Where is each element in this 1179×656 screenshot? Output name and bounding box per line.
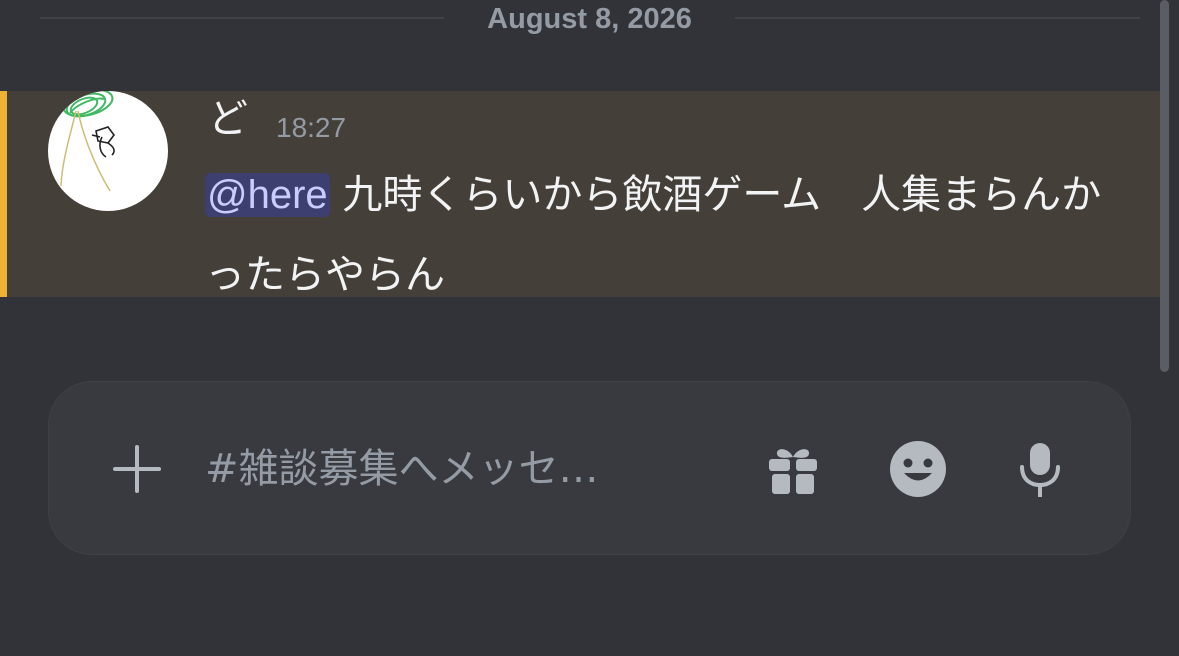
date-divider: August 8, 2026 bbox=[0, 0, 1179, 40]
emoji-icon bbox=[890, 441, 946, 497]
microphone-icon bbox=[1020, 443, 1060, 497]
emoji-button[interactable] bbox=[887, 438, 949, 500]
message-author[interactable]: ど bbox=[208, 95, 248, 143]
here-mention[interactable]: @here bbox=[205, 173, 330, 217]
mention-highlight-bar bbox=[0, 91, 7, 297]
avatar-drawing-icon bbox=[60, 91, 115, 192]
message-timestamp: 18:27 bbox=[276, 112, 347, 143]
message-item[interactable]: ど 18:27 @here 九時くらいから飲酒ゲーム 人集まらんかったらやらん bbox=[0, 91, 1163, 298]
message-content: @here 九時くらいから飲酒ゲーム 人集まらんかったらやらん bbox=[205, 155, 1135, 315]
gift-button[interactable] bbox=[761, 440, 825, 500]
plus-icon bbox=[113, 445, 161, 493]
chat-screen: August 8, 2026 ど 18:27 @here 九時くらいから飲酒ゲー… bbox=[0, 0, 1179, 656]
divider-line-left bbox=[40, 17, 444, 19]
scrollbar-thumb[interactable] bbox=[1160, 0, 1169, 372]
divider-line-right bbox=[735, 17, 1140, 19]
avatar[interactable] bbox=[48, 91, 168, 211]
voice-message-button[interactable] bbox=[1015, 438, 1065, 502]
message-composer: #雑談募集へメッセ… bbox=[48, 381, 1131, 555]
add-attachment-button[interactable] bbox=[105, 437, 169, 501]
message-text: 九時くらいから飲酒ゲーム 人集まらんかったらやらん bbox=[205, 172, 1102, 298]
message-input[interactable]: #雑談募集へメッセ… bbox=[205, 440, 685, 498]
gift-icon bbox=[769, 449, 817, 494]
date-divider-label: August 8, 2026 bbox=[487, 3, 692, 35]
